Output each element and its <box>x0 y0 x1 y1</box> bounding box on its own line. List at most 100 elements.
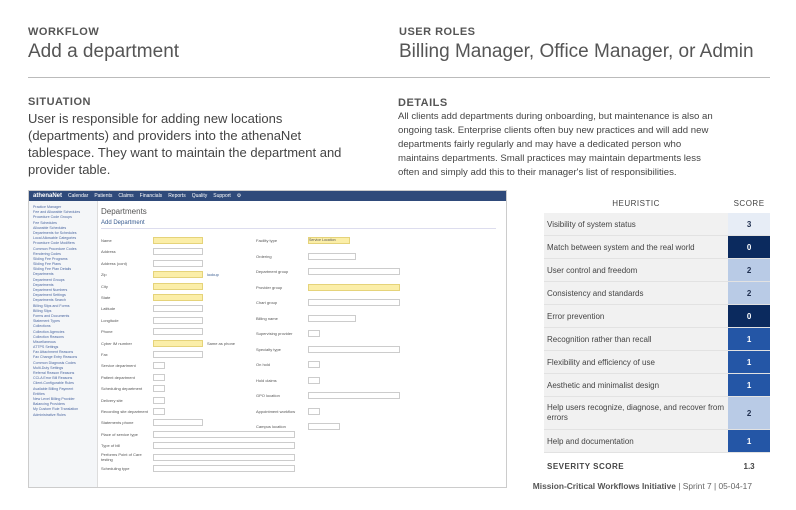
field-input[interactable] <box>153 373 165 381</box>
heuristic-score: 0 <box>728 304 770 328</box>
field-input[interactable] <box>153 430 295 438</box>
app-topbar: athenaNet Calendar Patients Claims Finan… <box>29 191 506 201</box>
heuristic-row: Aesthetic and minimalist design 1 <box>544 373 770 397</box>
field-label: Type of bill <box>101 443 121 449</box>
workflow-label: WORKFLOW <box>28 26 100 38</box>
same-as-phone-checkbox[interactable]: Same as phone <box>207 341 235 346</box>
field-input[interactable] <box>308 268 400 275</box>
field-input[interactable] <box>153 259 203 267</box>
heuristic-row: Consistency and standards 2 <box>544 281 770 305</box>
field-input[interactable] <box>153 248 203 256</box>
field-input[interactable] <box>153 305 203 313</box>
settings-icon[interactable]: ⚙ <box>237 193 241 199</box>
field-input[interactable] <box>153 328 203 336</box>
heuristic-name: Match between system and the real world <box>544 235 729 259</box>
form-row: Place of service type <box>101 430 295 438</box>
field-label: Phone <box>101 329 113 335</box>
heuristic-score: 2 <box>728 281 770 305</box>
field-input[interactable] <box>153 453 295 461</box>
nav-item[interactable]: Support <box>213 193 231 199</box>
user-roles-title: Billing Manager, Office Manager, or Admi… <box>399 41 754 62</box>
field-input[interactable] <box>153 294 203 301</box>
field-input[interactable] <box>153 408 165 415</box>
field-input[interactable]: Service Location <box>308 237 350 244</box>
nav-item[interactable]: Reports <box>168 193 186 199</box>
app-sidebar: Practice Manager Fee and Allowable Schedu… <box>29 201 98 487</box>
situation-line: provider table. <box>28 162 111 177</box>
field-input[interactable] <box>153 419 203 427</box>
field-input[interactable] <box>153 362 165 370</box>
field-label: Supervising provider <box>256 331 293 336</box>
nav-item[interactable]: Quality <box>192 193 208 199</box>
field-input[interactable] <box>308 345 400 353</box>
field-input[interactable] <box>153 339 203 347</box>
field-input[interactable] <box>308 407 320 415</box>
form-row: Campus location <box>256 423 340 430</box>
heuristic-name: User control and freedom <box>544 258 729 282</box>
form-row: Statements phone <box>101 419 203 427</box>
field-input[interactable] <box>308 283 400 291</box>
heuristic-row: Flexibility and efficiency of use 1 <box>544 350 770 374</box>
severity-label: SEVERITY SCORE <box>547 461 625 471</box>
form-row: Delivery site <box>101 396 165 404</box>
field-input[interactable] <box>308 314 356 322</box>
field-input[interactable] <box>153 271 203 279</box>
form-row: Phone <box>101 328 203 336</box>
nav-item[interactable]: Claims <box>118 193 133 199</box>
field-label: Ordering <box>256 253 272 259</box>
field-input[interactable] <box>153 237 203 244</box>
field-label: Patient department <box>101 374 135 380</box>
form-row: Facility type Service Location <box>256 237 350 244</box>
form-row: Address <box>101 248 203 256</box>
field-label: Name <box>101 238 112 243</box>
form-row: Latitude <box>101 305 203 313</box>
nav-item[interactable]: Patients <box>94 193 112 199</box>
field-label: Performs Point of Care testing <box>101 452 142 463</box>
field-label: Specialty type <box>256 346 281 352</box>
nav-item[interactable]: Financials <box>140 193 163 199</box>
form-row: GPO location <box>256 392 400 399</box>
heuristic-row: User control and freedom 2 <box>544 258 770 282</box>
footer-meta: | Sprint 7 | 05-04-17 <box>675 481 752 491</box>
details-line: ongoing task. Enterprise clients often b… <box>398 125 709 136</box>
field-input[interactable] <box>153 396 165 404</box>
form-row: Service department <box>101 362 165 370</box>
situation-line: tablespace. They want to maintain the de… <box>28 145 342 160</box>
field-label: GPO location <box>256 393 280 398</box>
heuristic-score: 1 <box>728 350 770 374</box>
field-label: Hold claims <box>256 377 277 383</box>
heuristic-name: Help users recognize, diagnose, and reco… <box>544 396 729 430</box>
situation-label: SITUATION <box>28 96 91 108</box>
field-input[interactable] <box>153 316 203 324</box>
field-input[interactable] <box>308 330 320 337</box>
footer: Mission-Critical Workflows Initiative | … <box>533 481 752 491</box>
form-row: Department group <box>256 268 400 275</box>
field-input[interactable] <box>153 442 295 450</box>
form-row: Name <box>101 237 203 244</box>
field-input[interactable] <box>153 282 203 290</box>
field-input[interactable] <box>308 361 320 368</box>
severity-row: SEVERITY SCORE 1.3 <box>544 453 770 480</box>
field-label: Cyber IM number <box>101 340 132 346</box>
field-label: Provider group <box>256 284 283 290</box>
field-label: Service department <box>101 363 136 369</box>
field-input[interactable] <box>308 376 320 384</box>
field-input[interactable] <box>308 299 400 306</box>
field-input[interactable] <box>153 385 165 393</box>
sidebar-item[interactable]: Administrative Rules <box>29 413 97 418</box>
field-input[interactable] <box>153 465 295 472</box>
details-text: All clients add departments during onboa… <box>398 110 770 180</box>
field-input[interactable] <box>153 351 203 358</box>
nav-item[interactable]: Calendar <box>68 193 88 199</box>
field-label: Zip <box>101 272 107 278</box>
field-input[interactable] <box>308 252 356 260</box>
field-input[interactable] <box>308 423 340 430</box>
heuristic-row: Visibility of system status 3 <box>544 213 770 236</box>
field-label: Facility type <box>256 238 278 243</box>
score-header: SCORE <box>728 193 770 213</box>
field-input[interactable] <box>308 392 400 399</box>
form-row: Billing name <box>256 314 356 322</box>
field-label: Campus location <box>256 424 286 429</box>
field-label: Chart group <box>256 300 278 305</box>
zip-lookup-link[interactable]: lookup <box>207 272 219 277</box>
